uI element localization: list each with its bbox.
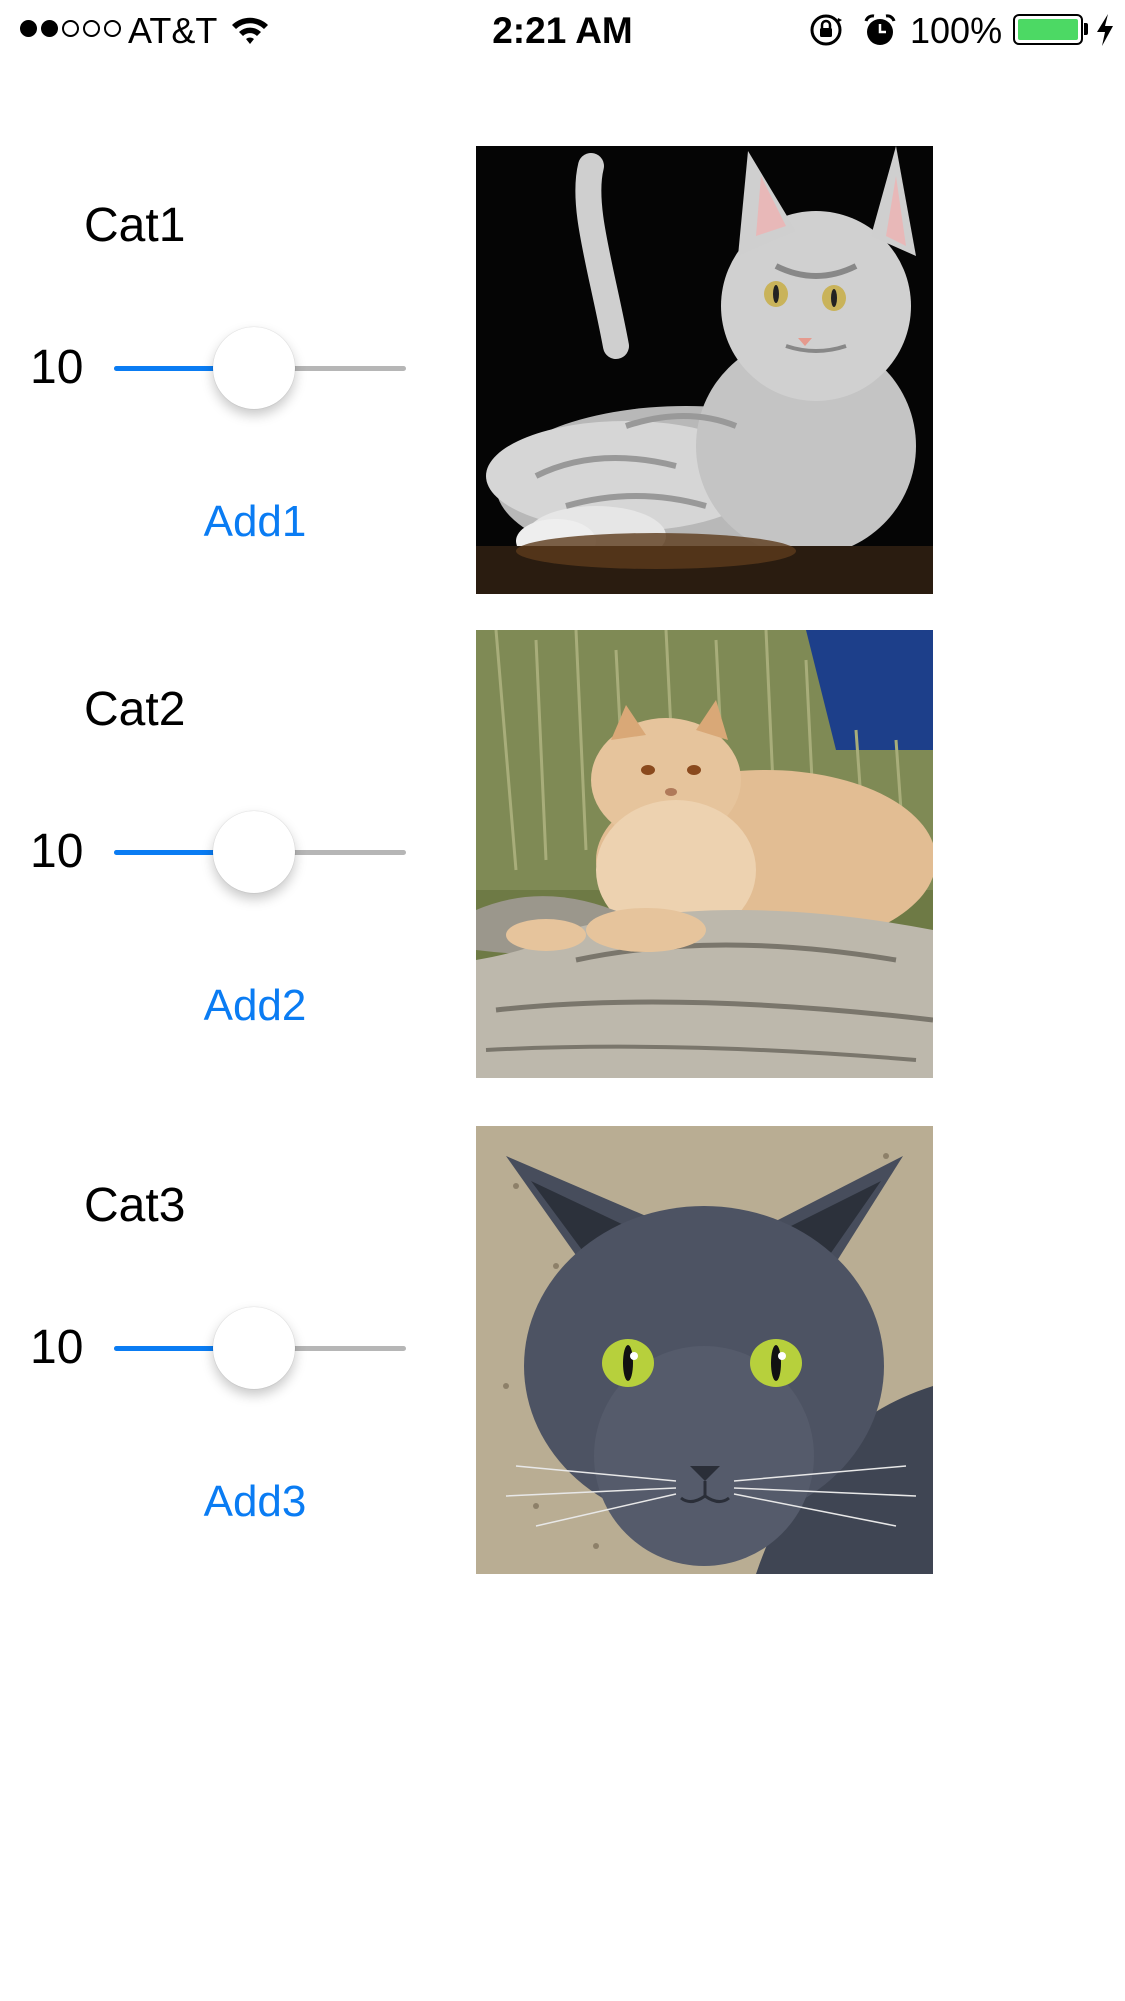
battery-icon bbox=[1013, 14, 1083, 45]
cat-title: Cat3 bbox=[84, 1179, 186, 1232]
cat-title: Cat2 bbox=[84, 683, 186, 736]
status-bar: AT&T 2:21 AM 100% bbox=[0, 0, 1125, 62]
slider-thumb[interactable] bbox=[213, 327, 296, 409]
battery-level-fill bbox=[1018, 19, 1078, 40]
battery-percentage: 100% bbox=[910, 10, 1003, 51]
cat-photo-1 bbox=[476, 146, 933, 594]
persian-cat-image bbox=[476, 630, 933, 1078]
cat-row-2: Cat2 10 Add2 bbox=[0, 630, 1125, 1080]
rotation-lock-icon bbox=[810, 14, 842, 46]
slider-thumb[interactable] bbox=[213, 811, 296, 893]
grey-cat-image bbox=[476, 1126, 933, 1574]
add2-button[interactable]: Add2 bbox=[180, 980, 330, 1032]
cat-row-3: Cat3 10 Add3 bbox=[0, 1126, 1125, 1576]
cat-slider[interactable] bbox=[114, 1306, 406, 1390]
grey-kitten-image bbox=[476, 146, 933, 594]
add3-button[interactable]: Add3 bbox=[180, 1476, 330, 1528]
cat-row-1: Cat1 10 Add1 bbox=[0, 146, 1125, 596]
alarm-icon bbox=[864, 14, 896, 45]
cat-slider[interactable] bbox=[114, 810, 406, 894]
charging-icon bbox=[1097, 14, 1113, 46]
slider-value-label: 10 bbox=[30, 341, 84, 394]
slider-thumb[interactable] bbox=[213, 1307, 296, 1389]
slider-value-label: 10 bbox=[30, 825, 84, 878]
cat-slider[interactable] bbox=[114, 326, 406, 410]
cat-photo-2 bbox=[476, 630, 933, 1078]
cat-title: Cat1 bbox=[84, 199, 186, 252]
slider-value-label: 10 bbox=[30, 1321, 84, 1374]
cat-photo-3 bbox=[476, 1126, 933, 1574]
add1-button[interactable]: Add1 bbox=[180, 496, 330, 548]
